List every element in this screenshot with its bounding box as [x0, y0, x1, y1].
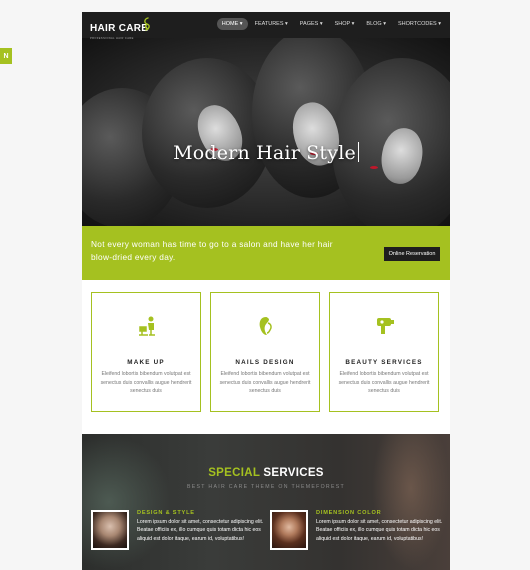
menu-item-home[interactable]: HOME ▾ [216, 18, 248, 30]
top-navigation: HAIR CARE PROFESSIONAL HAIR CARE HOME ▾ … [82, 12, 450, 40]
woman-head-icon [259, 317, 272, 335]
page-container: HAIR CARE PROFESSIONAL HAIR CARE HOME ▾ … [82, 12, 450, 570]
section-title: SPECIAL SERVICES [208, 467, 324, 479]
service-description: Lorem ipsum dolor sit amet, consectetur … [137, 519, 264, 542]
hero-title: Modern Hair Style [82, 142, 450, 164]
service-name: DESIGN & STYLE [137, 510, 195, 516]
services-cards: MAKE UP Eleifend lobortis bibendum volut… [82, 280, 450, 446]
side-settings-tab[interactable]: N [0, 48, 12, 64]
card-title: BEAUTY SERVICES [345, 359, 423, 366]
menu-item-blog[interactable]: BLOG ▾ [361, 18, 391, 30]
hair-swirl-logo-icon [144, 17, 150, 31]
section-subtitle: BEST HAIR CARE THEME ON THEMEFOREST [187, 484, 345, 490]
service-item-dimension-color[interactable]: DIMENSION COLOR Lorem ipsum dolor sit am… [270, 510, 445, 570]
menu-item-shortcodes[interactable]: SHORTCODES ▾ [393, 18, 446, 30]
service-avatar [91, 510, 129, 550]
banner-text: Not every woman has time to go to a salo… [91, 239, 333, 262]
hero-image-lips [370, 166, 378, 169]
menu-item-pages[interactable]: PAGES ▾ [295, 18, 328, 30]
service-avatar [270, 510, 308, 550]
hero-slider: Modern Hair Style [82, 38, 450, 226]
card-description: Eleifend lobortis bibendum volutpat est … [100, 371, 192, 394]
service-description: Lorem ipsum dolor sit amet, consectetur … [316, 519, 443, 542]
site-logo[interactable]: HAIR CARE PROFESSIONAL HAIR CARE [90, 17, 150, 40]
special-services-section: SPECIAL SERVICES BEST HAIR CARE THEME ON… [82, 434, 450, 570]
menu-item-features[interactable]: FEATURES ▾ [250, 18, 293, 30]
main-menu: HOME ▾ FEATURES ▾ PAGES ▾ SHOP ▾ BLOG ▾ … [216, 18, 446, 30]
service-card-make-up[interactable]: MAKE UP Eleifend lobortis bibendum volut… [91, 292, 201, 412]
service-name: DIMENSION COLOR [316, 510, 382, 516]
online-reservation-button[interactable]: Online Reservation [384, 247, 440, 261]
service-card-beauty-services[interactable]: BEAUTY SERVICES Eleifend lobortis bibend… [329, 292, 439, 412]
menu-item-shop[interactable]: SHOP ▾ [330, 18, 360, 30]
card-description: Eleifend lobortis bibendum volutpat est … [338, 371, 430, 394]
service-card-nails-design[interactable]: NAILS DESIGN Eleifend lobortis bibendum … [210, 292, 320, 412]
card-title: NAILS DESIGN [235, 359, 295, 366]
service-item-design-style[interactable]: DESIGN & STYLE Lorem ipsum dolor sit ame… [91, 510, 266, 570]
hair-dryer-icon [377, 318, 394, 334]
card-title: MAKE UP [127, 359, 165, 366]
card-description: Eleifend lobortis bibendum volutpat est … [219, 371, 311, 394]
logo-tagline: PROFESSIONAL HAIR CARE [90, 37, 134, 40]
salon-chair-icon [139, 316, 155, 336]
logo-text: HAIR CARE [90, 23, 149, 34]
promo-banner: Not every woman has time to go to a salo… [82, 226, 450, 280]
